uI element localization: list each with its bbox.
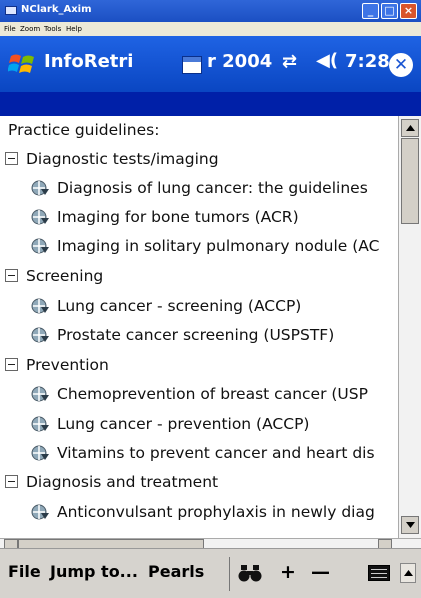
- tree-item-label[interactable]: Chemoprevention of breast cancer (USP: [57, 380, 368, 408]
- navigation-bar: InfoRetri r 2004 ⇄ ◀( 7:28 ✕: [0, 36, 421, 92]
- tree-group-label[interactable]: Diagnosis and treatment: [26, 468, 218, 496]
- vertical-scrollbar[interactable]: [398, 116, 421, 538]
- minimize-button[interactable]: _: [362, 3, 379, 19]
- calendar-icon[interactable]: [182, 56, 202, 74]
- emulator-title-bar: NClark_Axim _ □ ×: [0, 0, 421, 22]
- document-link-icon: [31, 298, 49, 314]
- maximize-button[interactable]: □: [381, 3, 398, 19]
- tree-item-label[interactable]: Imaging in solitary pulmonary nodule (AC: [57, 232, 379, 260]
- header-band: [0, 92, 421, 116]
- tree-item-label[interactable]: Lung cancer - screening (ACCP): [57, 292, 301, 320]
- tree-item-label[interactable]: Lung cancer - prevention (ACCP): [57, 410, 309, 438]
- menu-help[interactable]: Help: [66, 22, 82, 36]
- vertical-scroll-thumb[interactable]: [401, 138, 419, 224]
- window-close-button[interactable]: ×: [400, 3, 417, 19]
- document-link-icon: [31, 504, 49, 520]
- zoom-out-button[interactable]: —: [311, 561, 330, 583]
- tree-group-label[interactable]: Screening: [26, 262, 103, 290]
- document-link-icon: [31, 209, 49, 225]
- speaker-icon[interactable]: ◀(: [316, 50, 338, 71]
- horizontal-scrollbar[interactable]: [0, 538, 421, 549]
- command-bar: File Jump to... Pearls + —: [0, 548, 421, 598]
- document-link-icon: [31, 386, 49, 402]
- menu-zoom[interactable]: Zoom: [20, 22, 40, 36]
- tree-item-label[interactable]: Prostate cancer screening (USPSTF): [57, 321, 334, 349]
- menu-file[interactable]: File: [4, 22, 16, 36]
- connectivity-icon[interactable]: ⇄: [282, 51, 297, 72]
- arrow-up-icon: [404, 570, 413, 576]
- guidelines-tree[interactable]: Practice guidelines: Diagnostic tests/im…: [0, 116, 398, 538]
- arrow-up-icon: [406, 125, 415, 131]
- zoom-in-button[interactable]: +: [280, 561, 296, 583]
- window-app-icon: [5, 6, 17, 15]
- document-link-icon: [31, 180, 49, 196]
- tree-item-label[interactable]: Anticonvulsant prophylaxis in newly diag: [57, 498, 375, 526]
- jump-to-menu-button[interactable]: Jump to...: [50, 562, 138, 581]
- document-link-icon: [31, 416, 49, 432]
- arrow-down-icon: [406, 522, 415, 528]
- menu-tools[interactable]: Tools: [44, 22, 61, 36]
- tree-item-label[interactable]: Vitamins to prevent cancer and heart dis: [57, 439, 375, 467]
- document-link-icon: [31, 327, 49, 343]
- command-bar-divider: [229, 557, 230, 591]
- tree-group-label[interactable]: Prevention: [26, 351, 109, 379]
- date-text: r 2004: [207, 51, 273, 72]
- tree-item-label[interactable]: Diagnosis of lung cancer: the guidelines: [57, 174, 368, 202]
- scroll-up-button[interactable]: [401, 119, 419, 137]
- window-title: NClark_Axim: [21, 4, 92, 15]
- app-title[interactable]: InfoRetri: [44, 51, 133, 72]
- document-link-icon: [31, 445, 49, 461]
- clock[interactable]: 7:28: [345, 51, 390, 72]
- input-panel-toggle[interactable]: [400, 563, 416, 583]
- tree-group-label[interactable]: Diagnostic tests/imaging: [26, 145, 219, 173]
- scroll-down-button[interactable]: [401, 516, 419, 534]
- binoculars-icon[interactable]: [238, 563, 262, 583]
- pearls-menu-button[interactable]: Pearls: [148, 562, 204, 581]
- start-menu-icon[interactable]: [8, 50, 38, 78]
- document-link-icon: [31, 238, 49, 254]
- collapse-toggle-icon[interactable]: [5, 269, 18, 282]
- tree-item-label[interactable]: Imaging for bone tumors (ACR): [57, 203, 299, 231]
- tree-root-label: Practice guidelines:: [8, 121, 160, 139]
- collapse-toggle-icon[interactable]: [5, 358, 18, 371]
- keyboard-icon[interactable]: [368, 565, 390, 581]
- close-app-button[interactable]: ✕: [389, 53, 413, 77]
- collapse-toggle-icon[interactable]: [5, 475, 18, 488]
- emulator-menu-bar: File Zoom Tools Help: [0, 22, 421, 36]
- file-menu-button[interactable]: File: [8, 562, 41, 581]
- collapse-toggle-icon[interactable]: [5, 152, 18, 165]
